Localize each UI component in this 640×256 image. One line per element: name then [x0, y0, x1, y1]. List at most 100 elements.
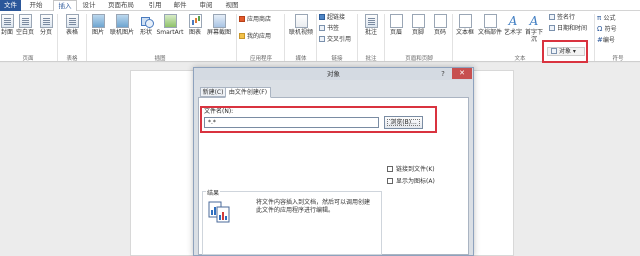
tab-file[interactable]: 文件 [0, 0, 21, 11]
online-picture-icon [115, 14, 129, 28]
blank-page-icon [18, 14, 32, 28]
cross-reference-icon [319, 36, 325, 42]
app-store-button[interactable]: 应用商店 [239, 16, 271, 24]
ribbon-separator [384, 14, 385, 61]
checkbox-box [387, 166, 393, 172]
ribbon-separator [452, 14, 453, 61]
bookmark-icon [319, 25, 325, 31]
wordart-button[interactable]: A 艺术字 [504, 14, 522, 36]
object-highlight-box [542, 40, 588, 63]
group-apps-label: 应用程序 [249, 56, 272, 62]
ribbon-separator [594, 14, 595, 61]
quick-parts-button[interactable]: 文档部件 [477, 14, 503, 36]
smartart-button[interactable]: SmartArt [156, 14, 184, 36]
header-icon [389, 14, 403, 28]
footer-button[interactable]: 页脚 [408, 14, 428, 36]
calendar-icon [549, 25, 555, 31]
group-text-label: 文本 [514, 56, 526, 62]
page-number-button[interactable]: 页码 [430, 14, 450, 36]
ribbon-separator [86, 14, 87, 61]
screenshot-button[interactable]: 屏幕截图 [205, 14, 233, 36]
signature-line-button[interactable]: 签名行 [549, 14, 575, 22]
screenshot-icon [212, 14, 226, 28]
help-button[interactable]: ? [438, 69, 448, 79]
tab-mailings[interactable]: 邮件 [170, 0, 190, 11]
shapes-icon [140, 14, 154, 28]
bookmark-button[interactable]: 书签 [319, 25, 339, 33]
quick-parts-icon [483, 14, 497, 28]
filename-highlight-box [200, 106, 437, 133]
textbox-icon [458, 14, 472, 28]
tab-references[interactable]: 引用 [145, 0, 165, 11]
signature-icon [549, 14, 555, 20]
footer-icon [411, 14, 425, 28]
tab-page-layout[interactable]: 页面布局 [104, 0, 138, 11]
hyperlink-button[interactable]: 超链接 [319, 14, 345, 22]
picture-icon [91, 14, 105, 28]
online-video-button[interactable]: 联机视频 [287, 14, 315, 36]
close-button[interactable]: ✕ [452, 68, 472, 79]
object-dialog: 对象 ? ✕ 新建(C) 由文件创建(F) 文件名(N): *.* 浏览(B).… [193, 67, 474, 256]
group-tables-label: 表格 [66, 56, 78, 62]
group-media-label: 媒体 [295, 56, 307, 62]
cross-reference-button[interactable]: 交叉引用 [319, 36, 351, 44]
tab-home[interactable]: 开始 [26, 0, 46, 11]
group-pages-label: 页面 [22, 56, 34, 62]
chart-icon [188, 14, 202, 28]
group-illustrations-label: 插图 [154, 56, 166, 62]
ribbon-separator [316, 14, 317, 61]
dialog-title: 对象 [194, 68, 473, 80]
tab-review[interactable]: 审阅 [196, 0, 216, 11]
result-description: 将文件内容插入到文档，然后可以调用创建此文件的应用程序进行编辑。 [256, 199, 371, 214]
display-as-icon-checkbox[interactable]: 显示为图标(A) [387, 178, 435, 186]
page-break-button[interactable]: 分页 [38, 14, 54, 36]
table-icon [65, 14, 79, 28]
drop-cap-icon: A [529, 14, 539, 28]
wordart-icon: A [508, 14, 518, 28]
cover-page-button[interactable]: 封面 [0, 14, 14, 36]
page-number-icon [433, 14, 447, 28]
group-links-label: 链接 [331, 56, 343, 62]
store-icon [239, 16, 245, 22]
tab-design[interactable]: 设计 [79, 0, 99, 11]
tab-create-new[interactable]: 新建(C) [200, 87, 226, 97]
textbox-button[interactable]: 文本框 [454, 14, 476, 36]
table-button[interactable]: 表格 [62, 14, 82, 36]
comment-icon [364, 14, 378, 28]
hyperlink-icon [319, 14, 325, 20]
date-time-button[interactable]: 日期和时间 [549, 25, 587, 33]
tab-view[interactable]: 视图 [222, 0, 242, 11]
embedded-object-icon [208, 201, 230, 223]
group-header-footer-label: 页眉和页脚 [405, 56, 433, 62]
chart-button[interactable]: 图表 [186, 14, 204, 36]
my-apps-button[interactable]: 我的应用 [239, 33, 271, 41]
group-comments-label: 批注 [365, 56, 377, 62]
tab-create-from-file[interactable]: 由文件创建(F) [225, 87, 271, 98]
page-break-icon [39, 14, 53, 28]
apps-icon [239, 33, 245, 39]
ribbon-separator [357, 14, 358, 61]
shapes-button[interactable]: 形状 [137, 14, 155, 36]
ribbon: 封面 空白页 分页 页面 表格 表格 图片 联机图片 形状 SmartArt 图… [0, 11, 640, 63]
omega-icon: Ω [597, 25, 605, 33]
ribbon-separator [284, 14, 285, 61]
smartart-icon [163, 14, 177, 28]
symbol-button[interactable]: Ω 符号 [597, 25, 617, 33]
cover-page-icon [0, 14, 14, 28]
picture-button[interactable]: 图片 [89, 14, 107, 36]
ribbon-separator [57, 14, 58, 61]
ribbon-separator [236, 14, 237, 61]
ribbon-tab-bar: 文件 开始 插入 设计 页面布局 引用 邮件 审阅 视图 [0, 0, 640, 12]
blank-page-button[interactable]: 空白页 [14, 14, 36, 36]
result-label: 结果 [206, 188, 221, 197]
online-picture-button[interactable]: 联机图片 [108, 14, 136, 36]
header-button[interactable]: 页眉 [386, 14, 406, 36]
comment-button[interactable]: 批注 [360, 14, 382, 36]
online-video-icon [294, 14, 308, 28]
checkbox-box [387, 178, 393, 184]
equation-button[interactable]: π 公式 [597, 14, 615, 22]
link-to-file-checkbox[interactable]: 链接到文件(K) [387, 166, 435, 174]
group-symbols-label: 符号 [612, 56, 624, 62]
drop-cap-button[interactable]: A 首字下沉 [523, 14, 545, 43]
number-button[interactable]: #编号 [597, 36, 615, 44]
